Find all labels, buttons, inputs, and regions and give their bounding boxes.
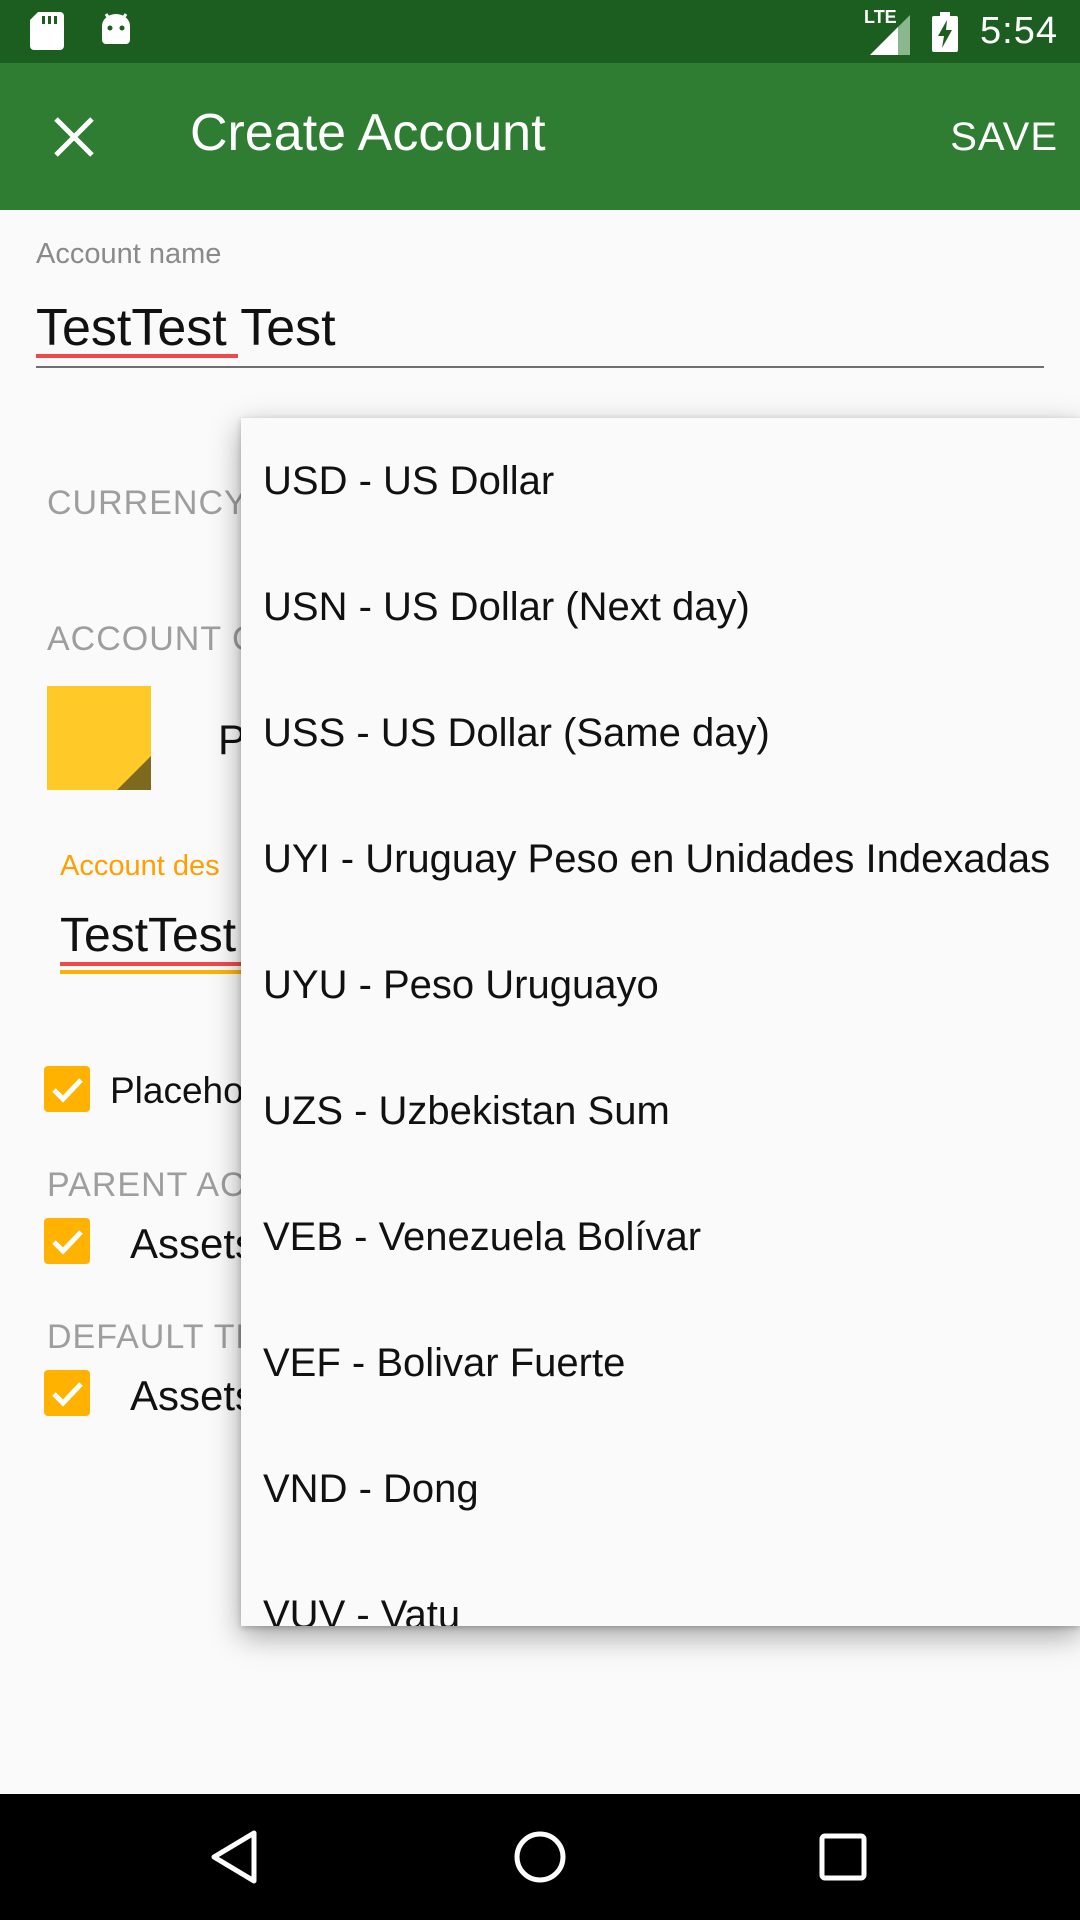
- currency-option[interactable]: UYU - Peso Uruguayo: [241, 922, 1080, 1048]
- currency-section-label: CURRENCY: [47, 484, 248, 522]
- currency-option[interactable]: UZS - Uzbekistan Sum: [241, 1048, 1080, 1174]
- check-icon: [52, 1230, 83, 1255]
- app-bar: Create Account SAVE: [0, 63, 1080, 210]
- account-description-input[interactable]: TestTest: [60, 906, 236, 966]
- home-icon[interactable]: [512, 1829, 568, 1885]
- parent-account-value[interactable]: Assets: [130, 1220, 256, 1268]
- battery-charging-icon: [932, 11, 959, 52]
- signal-icon: LTE: [864, 7, 911, 55]
- navigation-bar: [0, 1794, 1080, 1920]
- currency-option[interactable]: VUV - Vatu: [241, 1552, 1080, 1627]
- spellcheck-underline: [36, 354, 238, 358]
- account-color-section-label: ACCOUNT C: [47, 620, 258, 658]
- page-title: Create Account: [190, 104, 546, 162]
- check-icon: [52, 1078, 83, 1103]
- default-transfer-checkbox[interactable]: [44, 1370, 90, 1416]
- android-icon: [102, 13, 130, 44]
- currency-option[interactable]: USN - US Dollar (Next day): [241, 544, 1080, 670]
- default-transfer-section-label: DEFAULT TR: [47, 1318, 262, 1356]
- account-description-label: Account des: [60, 850, 220, 882]
- currency-option[interactable]: USD - US Dollar: [241, 418, 1080, 544]
- currency-option[interactable]: USS - US Dollar (Same day): [241, 670, 1080, 796]
- parent-account-checkbox[interactable]: [44, 1218, 90, 1264]
- parent-account-section-label: PARENT AC: [47, 1166, 246, 1204]
- recents-icon[interactable]: [818, 1832, 868, 1882]
- description-spellcheck-underline: [60, 962, 250, 966]
- default-transfer-value[interactable]: Assets: [130, 1372, 256, 1420]
- currency-option[interactable]: UYI - Uruguay Peso en Unidades Indexadas: [241, 796, 1080, 922]
- save-button[interactable]: SAVE: [950, 113, 1058, 161]
- clock: 5:54: [980, 10, 1058, 52]
- account-name-label: Account name: [36, 238, 222, 270]
- check-icon: [52, 1382, 83, 1407]
- currency-option[interactable]: VND - Dong: [241, 1426, 1080, 1552]
- account-color-swatch[interactable]: [47, 686, 151, 790]
- status-bar: LTE 5:54: [0, 0, 1080, 63]
- account-name-input[interactable]: TestTest Test: [36, 298, 336, 358]
- currency-option[interactable]: VEF - Bolivar Fuerte: [241, 1300, 1080, 1426]
- close-icon[interactable]: [50, 113, 98, 161]
- account-name-underline: [36, 366, 1044, 368]
- placeholder-label: Placeho: [110, 1070, 244, 1111]
- currency-dropdown[interactable]: USD - US Dollar USN - US Dollar (Next da…: [241, 418, 1080, 1626]
- color-picker-corner-icon: [117, 756, 151, 790]
- placeholder-checkbox[interactable]: [44, 1066, 90, 1112]
- sd-card-icon: [30, 12, 64, 50]
- back-icon[interactable]: [206, 1827, 262, 1887]
- currency-option[interactable]: VEB - Venezuela Bolívar: [241, 1174, 1080, 1300]
- description-underline: [60, 970, 250, 974]
